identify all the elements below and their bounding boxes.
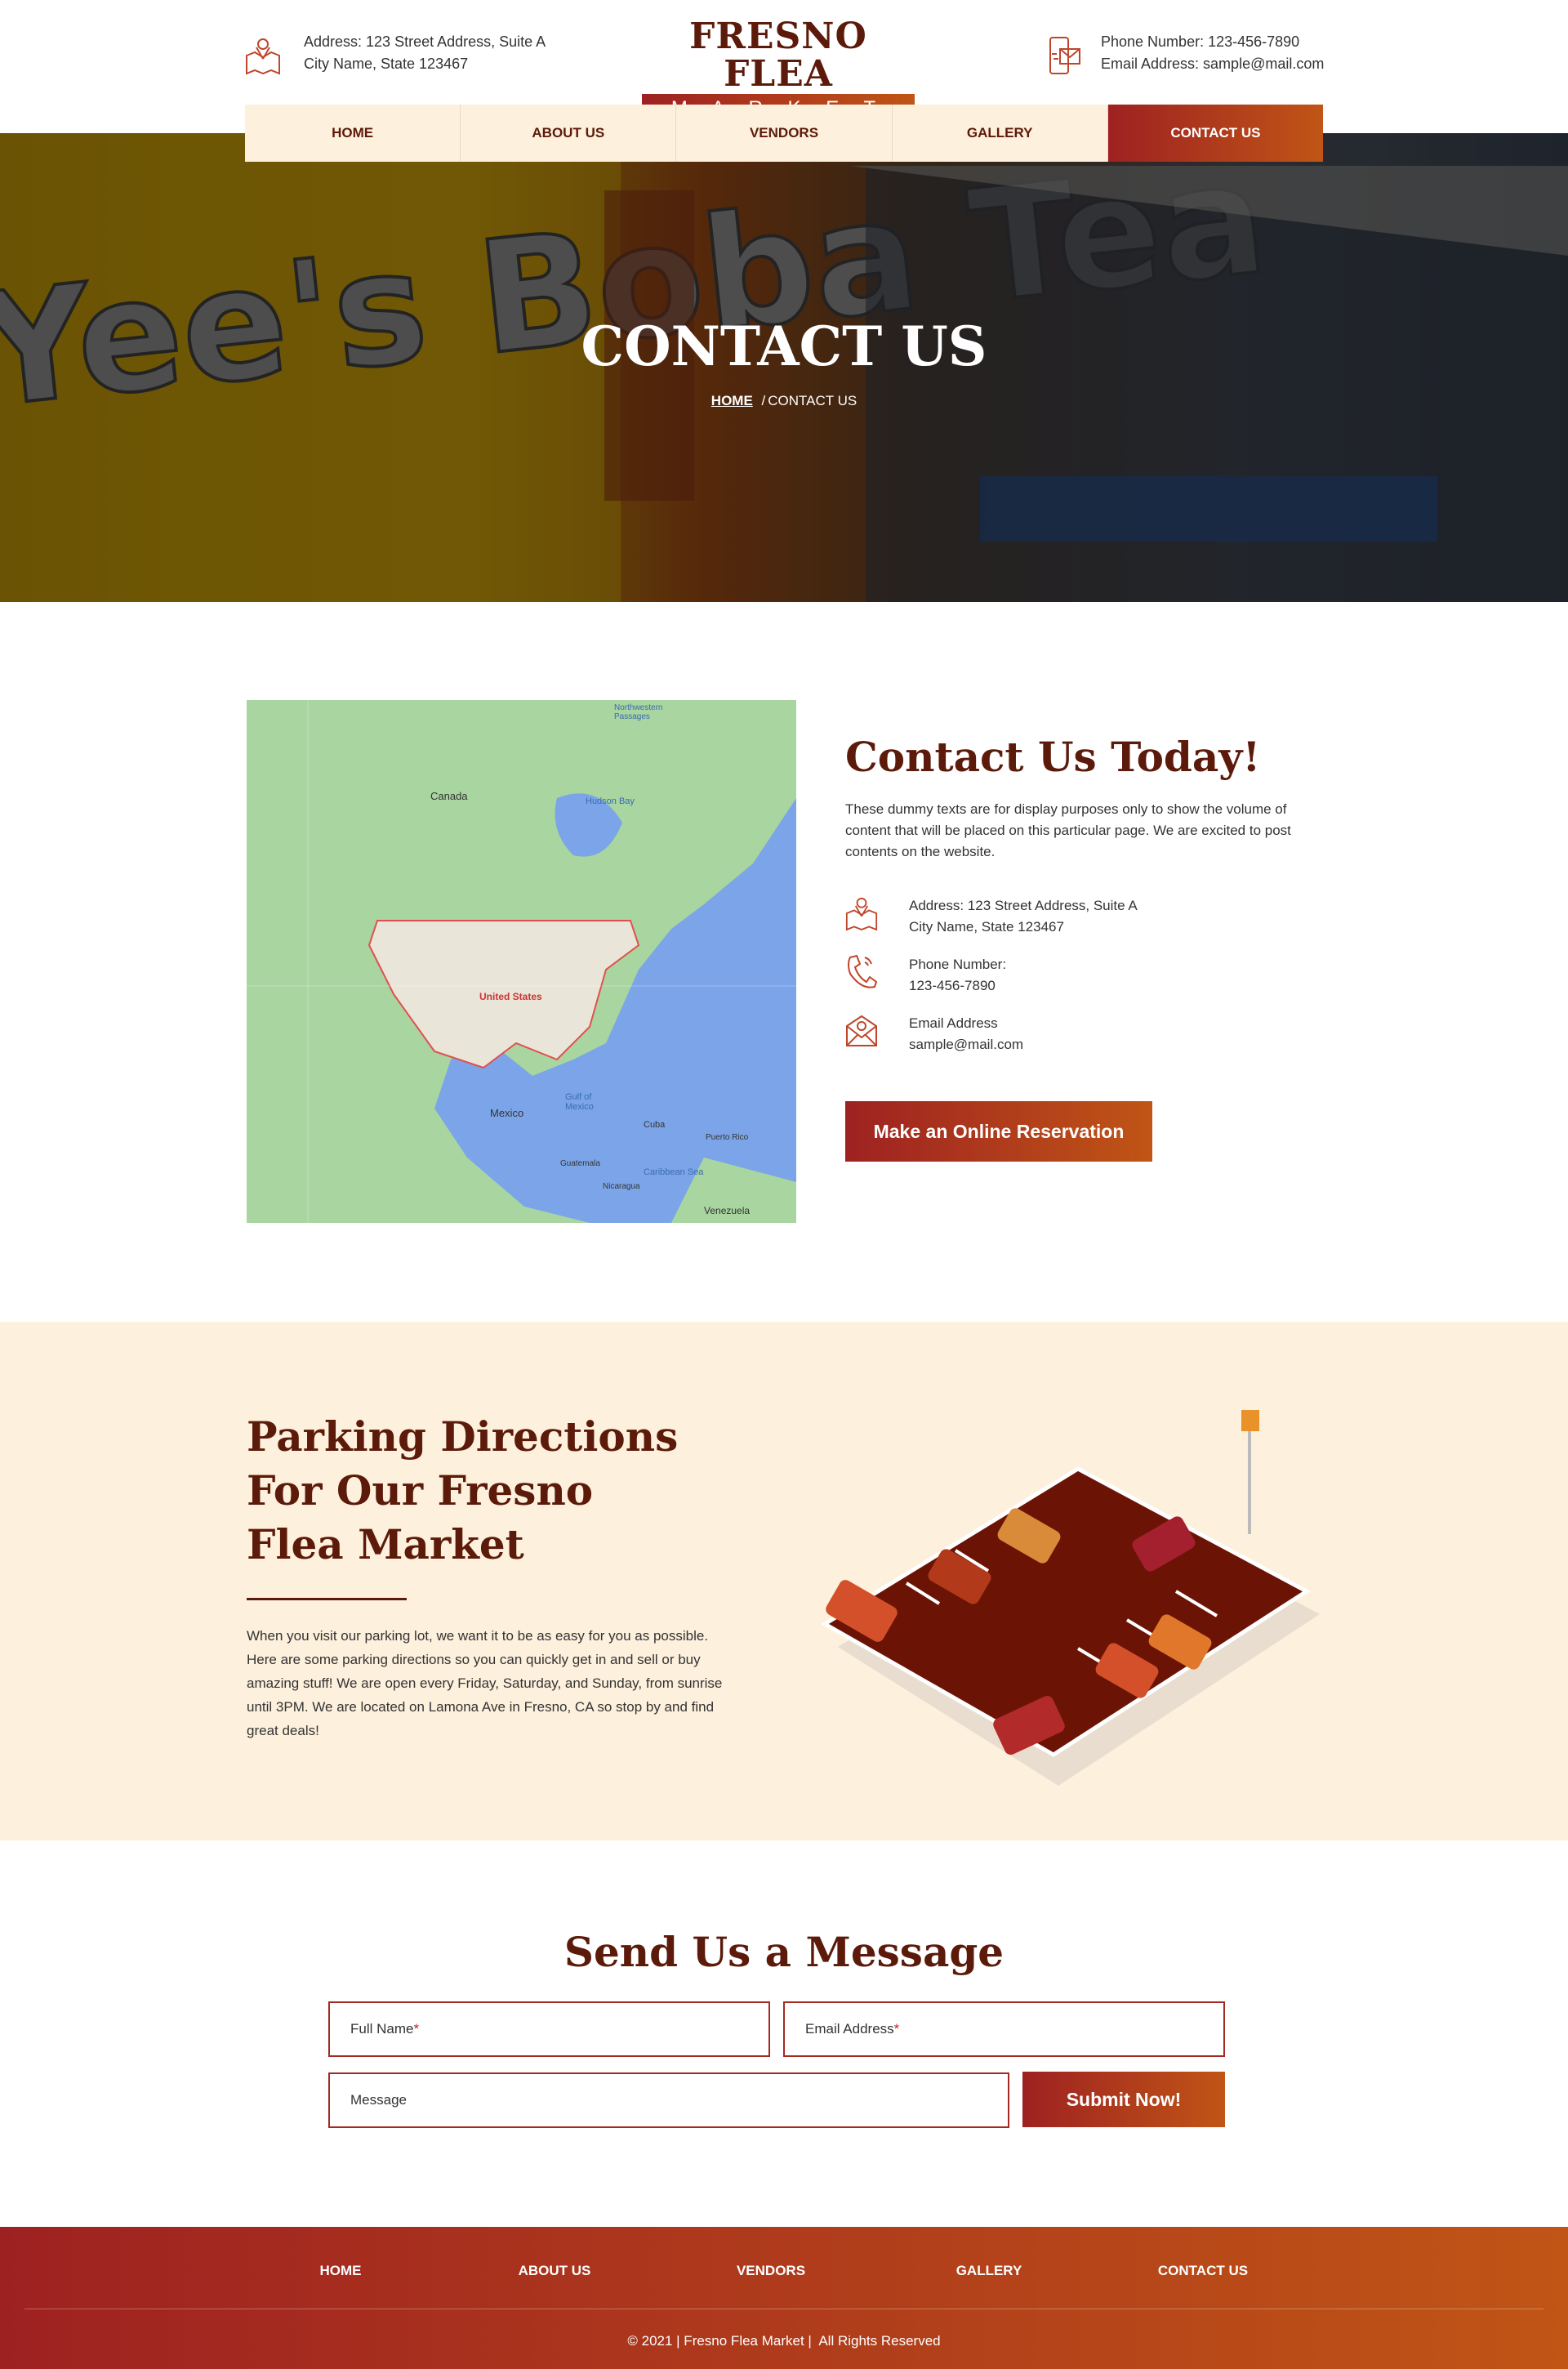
phone-mail-icon xyxy=(1049,37,1080,74)
email-placeholder: Email Address xyxy=(805,2021,894,2037)
map-label: Northwestern Passages xyxy=(614,703,663,721)
breadcrumb-separator: / xyxy=(761,393,766,408)
footer-copyright: © 2021 | Fresno Flea Market | All Rights… xyxy=(627,2333,941,2349)
contact-info: Contact Us Today! These dummy texts are … xyxy=(845,727,1327,1055)
map-label: United States xyxy=(479,991,542,1002)
footer-link-vendors[interactable]: VENDORS xyxy=(737,2263,805,2279)
nav-contact-us[interactable]: CONTACT US xyxy=(1107,105,1324,162)
contact-address: Address: 123 Street Address, Suite A City… xyxy=(845,895,1327,938)
address-line-1: Address: 123 Street Address, Suite A xyxy=(304,33,546,50)
map-label: Guatemala xyxy=(560,1159,600,1168)
phone-icon xyxy=(848,954,878,988)
message-input[interactable]: Message xyxy=(328,2072,1009,2128)
header-address: Address: 123 Street Address, Suite A Cit… xyxy=(304,31,546,75)
breadcrumb: HOME / CONTACT US xyxy=(0,393,1568,409)
parking-divider xyxy=(247,1598,407,1600)
footer-link-home[interactable]: HOME xyxy=(320,2263,362,2279)
parking-lot-illustration xyxy=(821,1410,1320,1786)
map-label: Mexico xyxy=(490,1107,524,1119)
footer-link-gallery[interactable]: GALLERY xyxy=(956,2263,1022,2279)
footer-link-contact-us[interactable]: CONTACT US xyxy=(1158,2263,1248,2279)
map-label: Cuba xyxy=(644,1120,666,1130)
map-label: Canada xyxy=(430,790,468,802)
map-label: Nicaragua xyxy=(603,1182,640,1191)
email-icon xyxy=(846,1015,877,1046)
message-heading: Send Us a Message xyxy=(564,1928,1004,1976)
hero-banner: Yee's Boba Tea CONTACT US HOME /CONTACT … xyxy=(0,133,1568,602)
full-name-input[interactable]: Full Name * xyxy=(328,2001,770,2057)
reservation-button[interactable]: Make an Online Reservation xyxy=(845,1101,1152,1162)
header-contact: Phone Number: 123-456-7890 Email Address… xyxy=(1101,31,1324,75)
map-label: Puerto Rico xyxy=(706,1133,749,1142)
parking-heading: Parking Directions For Our Fresno Flea M… xyxy=(247,1412,679,1568)
submit-button[interactable]: Submit Now! xyxy=(1022,2072,1225,2127)
breadcrumb-home[interactable]: HOME xyxy=(711,393,753,408)
contact-phone: Phone Number: 123-456-7890 xyxy=(845,954,1327,997)
nav-home[interactable]: HOME xyxy=(245,105,461,162)
parking-section: Parking Directions For Our Fresno Flea M… xyxy=(0,1322,1568,1840)
email-label: Email Address xyxy=(909,1015,998,1031)
address-line-2: City Name, State 123467 xyxy=(909,919,1064,935)
email-input[interactable]: Email Address * xyxy=(783,2001,1225,2057)
nav-gallery[interactable]: GALLERY xyxy=(892,105,1108,162)
required-mark: * xyxy=(893,2021,900,2037)
main-nav: HOME ABOUT US VENDORS GALLERY CONTACT US xyxy=(245,105,1324,162)
address-line-1: Address: 123 Street Address, Suite A xyxy=(909,898,1138,913)
nav-vendors[interactable]: VENDORS xyxy=(676,105,893,162)
map-pin-icon xyxy=(845,897,878,931)
hero-title: CONTACT US xyxy=(581,315,987,378)
phone-label: Phone Number: xyxy=(909,957,1007,972)
map-label: Gulf of Mexico xyxy=(565,1092,594,1112)
map-graphic xyxy=(247,700,796,1223)
breadcrumb-current: CONTACT US xyxy=(768,393,858,408)
contact-paragraph: These dummy texts are for display purpos… xyxy=(845,801,1291,859)
contact-email: Email Address sample@mail.com xyxy=(845,1013,1327,1055)
map-label: Venezuela xyxy=(704,1205,751,1216)
google-map[interactable]: Canada Hudson Bay United States Mexico G… xyxy=(247,700,796,1223)
nav-about-us[interactable]: ABOUT US xyxy=(461,105,677,162)
map-pin-icon xyxy=(246,38,280,75)
message-placeholder: Message xyxy=(350,2092,407,2108)
header-phone: Phone Number: 123-456-7890 xyxy=(1101,33,1300,50)
required-mark: * xyxy=(413,2021,420,2037)
parking-paragraph: When you visit our parking lot, we want … xyxy=(247,1628,723,1738)
contact-heading: Contact Us Today! xyxy=(845,733,1261,781)
footer-link-about-us[interactable]: ABOUT US xyxy=(519,2263,591,2279)
map-label: Caribbean Sea xyxy=(644,1167,704,1177)
map-label: Hudson Bay xyxy=(586,796,635,806)
phone-value[interactable]: 123-456-7890 xyxy=(909,975,1006,997)
header-email: Email Address: sample@mail.com xyxy=(1101,56,1325,72)
email-value[interactable]: sample@mail.com xyxy=(909,1034,1023,1055)
full-name-placeholder: Full Name xyxy=(350,2021,414,2037)
logo-top: FRESNO FLEA xyxy=(689,16,867,95)
address-line-2: City Name, State 123467 xyxy=(304,56,469,72)
